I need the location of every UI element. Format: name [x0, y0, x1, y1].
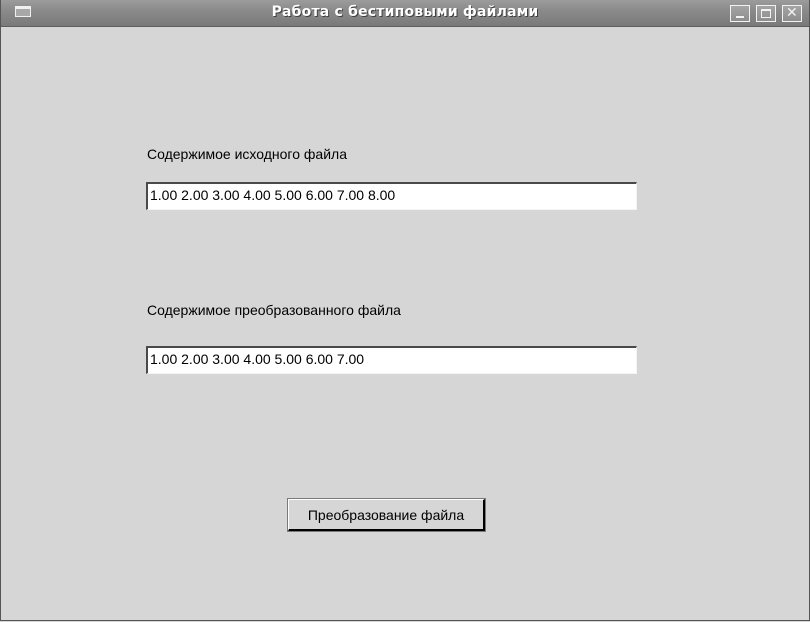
- source-file-label: Содержимое исходного файла: [147, 146, 347, 162]
- converted-file-field[interactable]: 1.00 2.00 3.00 4.00 5.00 6.00 7.00: [146, 346, 637, 374]
- source-file-field[interactable]: 1.00 2.00 3.00 4.00 5.00 6.00 7.00 8.00: [146, 182, 637, 210]
- maximize-button[interactable]: [756, 5, 776, 22]
- app-window: Работа с бестиповыми файлами ✕ Содержимо…: [0, 0, 810, 621]
- minimize-icon: [736, 16, 744, 18]
- minimize-button[interactable]: [730, 5, 750, 22]
- window-title: Работа с бестиповыми файлами: [271, 4, 539, 20]
- close-icon: ✕: [786, 5, 798, 21]
- convert-file-button[interactable]: Преобразование файла: [287, 498, 486, 532]
- close-button[interactable]: ✕: [782, 5, 802, 22]
- title-bar[interactable]: Работа с бестиповыми файлами ✕: [1, 0, 809, 27]
- converted-file-label: Содержимое преобразованного файла: [147, 302, 401, 318]
- maximize-icon: [761, 9, 771, 18]
